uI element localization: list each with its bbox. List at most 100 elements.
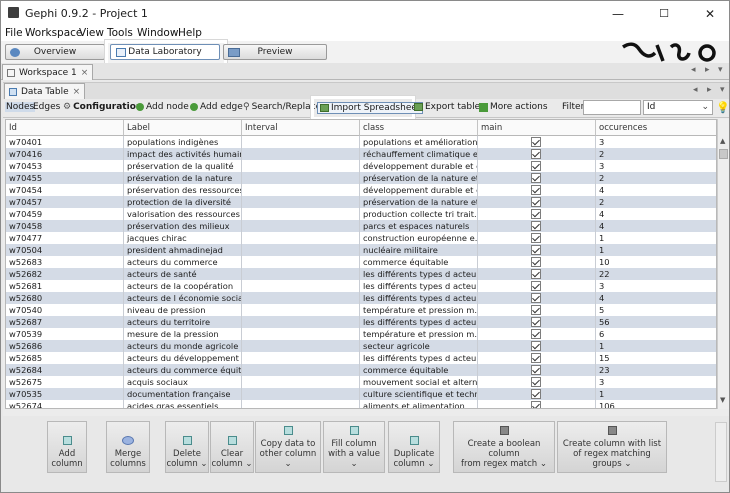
label-cell[interactable]: acteurs du commerce: [124, 256, 242, 268]
column-header-label[interactable]: Label: [124, 120, 242, 136]
panel-scroll-left-icon[interactable]: ◂: [693, 85, 698, 95]
label-cell[interactable]: préservation des milieux: [124, 220, 242, 232]
id-cell[interactable]: w70401: [6, 136, 124, 148]
table-row[interactable]: w52684 acteurs du commerce équit... commer…: [6, 364, 716, 376]
id-cell[interactable]: w70454: [6, 184, 124, 196]
data-laboratory-tab[interactable]: Data Laboratory: [110, 44, 220, 60]
data-table-tab[interactable]: Data Table ×: [4, 83, 86, 99]
label-cell[interactable]: acteurs du développement: [124, 352, 242, 364]
id-cell[interactable]: w70457: [6, 196, 124, 208]
id-cell[interactable]: w70535: [6, 388, 124, 400]
menu-file[interactable]: File: [5, 27, 23, 39]
class-cell[interactable]: aliments et alimentation: [360, 400, 478, 408]
id-cell[interactable]: w52681: [6, 280, 124, 292]
interval-cell[interactable]: [242, 268, 360, 280]
interval-cell[interactable]: [242, 304, 360, 316]
main-cell[interactable]: [478, 220, 596, 232]
id-cell[interactable]: w70453: [6, 160, 124, 172]
main-checkbox[interactable]: [531, 305, 541, 315]
main-cell[interactable]: [478, 400, 596, 408]
class-cell[interactable]: les différents types d acteur...: [360, 316, 478, 328]
main-checkbox[interactable]: [531, 257, 541, 267]
main-cell[interactable]: [478, 184, 596, 196]
label-cell[interactable]: protection de la diversité: [124, 196, 242, 208]
table-row[interactable]: w52687 acteurs du territoire les différent…: [6, 316, 716, 328]
fill-column-button[interactable]: Fill column with a value ⌄: [323, 421, 385, 473]
table-row[interactable]: w52685 acteurs du développement les différ…: [6, 352, 716, 364]
main-cell[interactable]: [478, 364, 596, 376]
id-cell[interactable]: w52685: [6, 352, 124, 364]
id-cell[interactable]: w52684: [6, 364, 124, 376]
overview-tab[interactable]: Overview: [5, 44, 105, 60]
workspace-tab[interactable]: Workspace 1 ×: [2, 64, 94, 80]
main-cell[interactable]: [478, 232, 596, 244]
export-table-button[interactable]: Export table: [414, 102, 480, 112]
table-vertical-scrollbar[interactable]: ▲ ▼: [717, 119, 729, 409]
class-cell[interactable]: mouvement social et alterna...: [360, 376, 478, 388]
main-checkbox[interactable]: [531, 353, 541, 363]
class-cell[interactable]: construction européenne e...: [360, 232, 478, 244]
workspace-menu-icon[interactable]: ▾: [718, 65, 723, 75]
id-cell[interactable]: w52687: [6, 316, 124, 328]
main-cell[interactable]: [478, 268, 596, 280]
class-cell[interactable]: parcs et espaces naturels: [360, 220, 478, 232]
interval-cell[interactable]: [242, 184, 360, 196]
class-cell[interactable]: secteur agricole: [360, 340, 478, 352]
interval-cell[interactable]: [242, 232, 360, 244]
search-replace-button[interactable]: ⚲ Search/Replace: [243, 102, 321, 112]
occurences-cell[interactable]: 1: [596, 340, 716, 352]
label-cell[interactable]: acteurs de l économie sociale: [124, 292, 242, 304]
main-checkbox[interactable]: [531, 281, 541, 291]
close-button[interactable]: ✕: [687, 1, 729, 26]
id-cell[interactable]: w70455: [6, 172, 124, 184]
add-node-button[interactable]: Add node: [136, 102, 189, 112]
table-row[interactable]: w52681 acteurs de la coopération les diffé…: [6, 280, 716, 292]
table-row[interactable]: w52686 acteurs du monde agricole secteur a…: [6, 340, 716, 352]
table-row[interactable]: w52683 acteurs du commerce commerce équita…: [6, 256, 716, 268]
class-cell[interactable]: préservation de la nature et...: [360, 172, 478, 184]
interval-cell[interactable]: [242, 292, 360, 304]
menu-workspace[interactable]: Workspace: [25, 27, 82, 39]
main-cell[interactable]: [478, 316, 596, 328]
table-row[interactable]: w52680 acteurs de l économie sociale les d…: [6, 292, 716, 304]
menu-help[interactable]: Help: [178, 27, 202, 39]
label-cell[interactable]: acteurs du territoire: [124, 316, 242, 328]
id-cell[interactable]: w52674: [6, 400, 124, 408]
table-row[interactable]: w70401 populations indigènes populations e…: [6, 136, 716, 148]
preview-tab[interactable]: Preview: [223, 44, 327, 60]
main-cell[interactable]: [478, 136, 596, 148]
class-cell[interactable]: réchauffement climatique et...: [360, 148, 478, 160]
delete-column-button[interactable]: Delete column ⌄: [165, 421, 209, 473]
occurences-cell[interactable]: 2: [596, 196, 716, 208]
lightbulb-icon[interactable]: 💡: [716, 101, 729, 114]
id-cell[interactable]: w70416: [6, 148, 124, 160]
main-checkbox[interactable]: [531, 221, 541, 231]
id-cell[interactable]: w52680: [6, 292, 124, 304]
occurences-cell[interactable]: 56: [596, 316, 716, 328]
maximize-button[interactable]: ☐: [641, 1, 687, 26]
id-cell[interactable]: w70477: [6, 232, 124, 244]
occurences-cell[interactable]: 4: [596, 220, 716, 232]
class-cell[interactable]: les différents types d acteur...: [360, 268, 478, 280]
table-row[interactable]: w52682 acteurs de santé les différents typ…: [6, 268, 716, 280]
main-checkbox[interactable]: [531, 137, 541, 147]
label-cell[interactable]: valorisation des ressources: [124, 208, 242, 220]
main-checkbox[interactable]: [531, 341, 541, 351]
interval-cell[interactable]: [242, 148, 360, 160]
workspace-tab-close-icon[interactable]: ×: [81, 68, 89, 78]
occurences-cell[interactable]: 106: [596, 400, 716, 408]
column-header-main[interactable]: main: [478, 120, 596, 136]
main-cell[interactable]: [478, 328, 596, 340]
occurences-cell[interactable]: 1: [596, 232, 716, 244]
main-checkbox[interactable]: [531, 269, 541, 279]
table-row[interactable]: w70455 préservation de la nature préservat…: [6, 172, 716, 184]
menu-tools[interactable]: Tools: [107, 27, 133, 39]
interval-cell[interactable]: [242, 244, 360, 256]
label-cell[interactable]: jacques chirac: [124, 232, 242, 244]
main-cell[interactable]: [478, 280, 596, 292]
interval-cell[interactable]: [242, 172, 360, 184]
id-cell[interactable]: w70540: [6, 304, 124, 316]
merge-columns-button[interactable]: Merge columns: [106, 421, 150, 473]
workspace-scroll-left-icon[interactable]: ◂: [691, 65, 696, 75]
boolean-regex-column-button[interactable]: Create a boolean column from regex match …: [453, 421, 555, 473]
